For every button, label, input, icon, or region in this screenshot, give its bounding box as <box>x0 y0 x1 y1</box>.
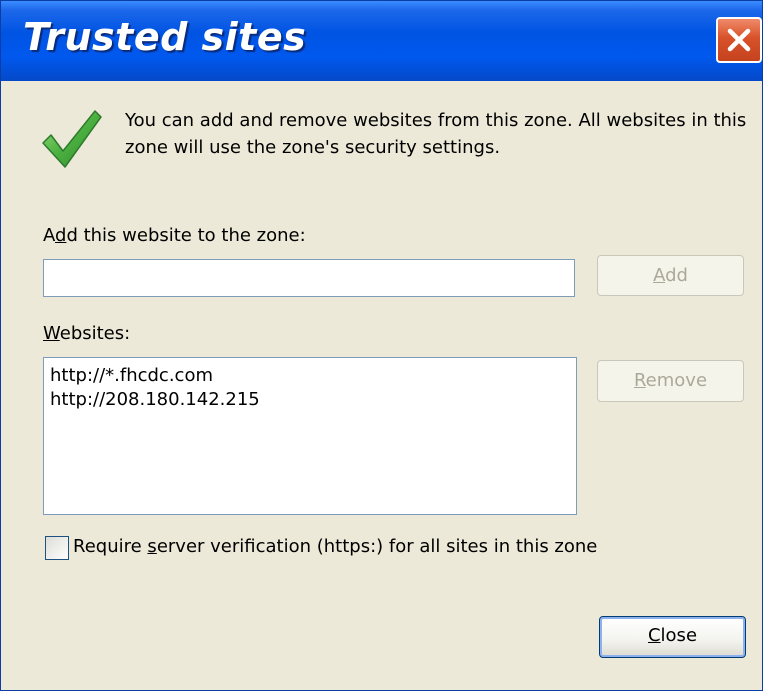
remove-button-suffix: emove <box>645 370 708 391</box>
add-button-suffix: dd <box>665 265 688 286</box>
close-button[interactable]: Close <box>599 616 746 658</box>
dialog-body: You can add and remove websites from thi… <box>5 81 758 688</box>
checkmark-icon <box>42 110 102 168</box>
list-item[interactable]: http://*.fhcdc.com <box>48 364 572 388</box>
add-label-prefix: A <box>43 225 55 246</box>
websites-label-suffix: ebsites: <box>59 323 131 344</box>
require-verification-checkbox[interactable] <box>45 536 69 560</box>
add-label-suffix: d this website to the zone: <box>66 225 306 246</box>
remove-button[interactable]: Remove <box>597 360 744 402</box>
websites-list[interactable]: http://*.fhcdc.com http://208.180.142.21… <box>43 357 577 515</box>
title-bar[interactable]: Trusted sites <box>1 1 762 81</box>
window-close-button[interactable] <box>716 17 762 63</box>
require-verification-label[interactable]: Require server verification (https:) for… <box>73 536 597 557</box>
intro-text: You can add and remove websites from thi… <box>125 110 747 158</box>
verification-label-mnemonic: s <box>147 536 157 557</box>
remove-button-mnemonic: R <box>633 370 646 391</box>
website-url-input[interactable] <box>43 259 575 297</box>
trusted-sites-dialog: Trusted sites You can add and remove web… <box>0 0 763 691</box>
list-item[interactable]: http://208.180.142.215 <box>48 388 572 412</box>
window-title: Trusted sites <box>23 15 307 59</box>
verification-label-prefix: Require <box>73 536 148 557</box>
add-website-label: Add this website to the zone: <box>43 225 306 246</box>
close-icon <box>727 28 751 52</box>
verification-label-suffix: erver verification (https:) for all site… <box>156 536 598 557</box>
close-button-suffix: lose <box>660 625 698 646</box>
add-button-mnemonic: A <box>653 265 666 286</box>
close-button-mnemonic: C <box>647 625 661 646</box>
websites-label: Websites: <box>43 323 130 344</box>
add-button[interactable]: Add <box>597 255 744 296</box>
websites-label-mnemonic: W <box>43 323 60 344</box>
add-label-mnemonic: d <box>55 225 67 246</box>
